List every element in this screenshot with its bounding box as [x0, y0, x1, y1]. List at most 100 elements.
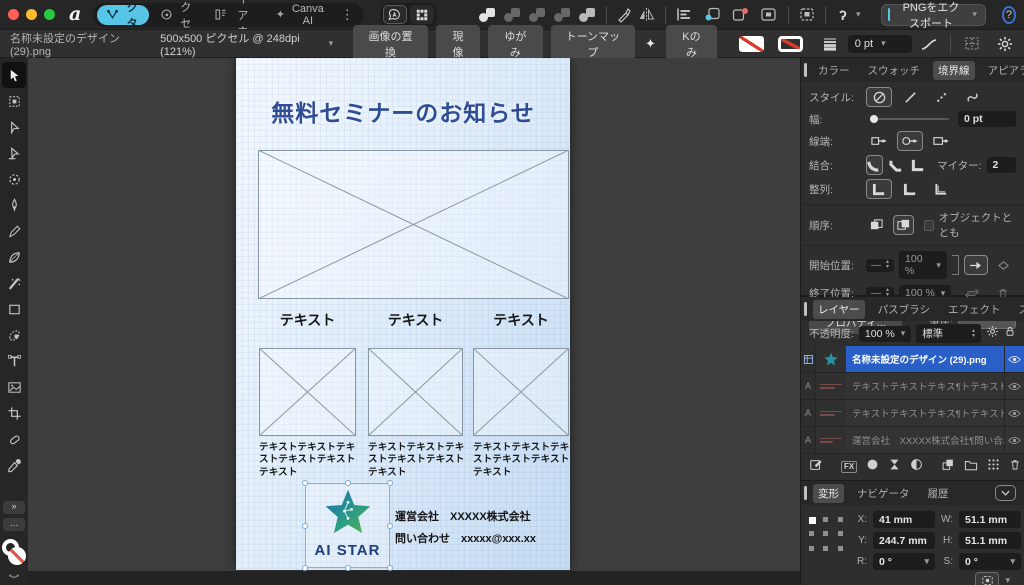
cap-round-button[interactable] — [897, 131, 923, 151]
tab-navigator[interactable]: ナビゲータ — [852, 484, 915, 503]
liquify-button[interactable]: ゆがみ — [488, 25, 542, 63]
shear-field[interactable]: 0 °▾ — [959, 553, 1021, 570]
layer-visibility-toggle[interactable] — [1004, 400, 1024, 426]
y-field[interactable]: 244.7 mm — [873, 532, 935, 549]
layer-row-text-2[interactable]: A テキストテキストテキス¶トテキストテキ… — [801, 400, 1024, 427]
k-only-button[interactable]: Kのみ — [666, 25, 717, 63]
stroke-width-value-field[interactable]: 0 pt — [958, 111, 1016, 127]
lock-layer-icon[interactable] — [1004, 325, 1016, 343]
mask-layer-button[interactable] — [866, 458, 879, 476]
vector-crop-tool[interactable] — [2, 400, 26, 426]
style-paint-tool-icon[interactable] — [616, 5, 632, 25]
replace-image-button[interactable]: 画像の置換 — [353, 25, 428, 63]
selection-handle[interactable] — [387, 480, 393, 486]
anchor-point-selector[interactable] — [809, 517, 847, 555]
auto-enhance-icon[interactable]: ✦ — [645, 36, 656, 52]
alignment-icon[interactable] — [676, 5, 692, 25]
order-front-button[interactable] — [866, 215, 888, 235]
layer-visibility-toggle[interactable] — [1004, 373, 1024, 399]
tone-map-button[interactable]: トーンマップ — [551, 25, 635, 63]
color-picker-tool[interactable] — [2, 452, 26, 478]
stroke-width-field[interactable]: 0 pt ▾ — [848, 35, 912, 53]
fill-color-swatch[interactable] — [739, 36, 764, 52]
stroke-style-none-button[interactable] — [866, 87, 892, 107]
fill-color-well-nofill[interactable] — [8, 547, 26, 565]
with-object-checkbox[interactable] — [924, 220, 933, 231]
pen-tool[interactable] — [2, 192, 26, 218]
company-info-text[interactable]: 運営会社 XXXXX株式会社 問い合わせ xxxxx@xxx.xx — [395, 506, 536, 550]
layer-visibility-toggle[interactable] — [1004, 346, 1024, 372]
stroke-style-brush-button[interactable] — [959, 87, 985, 107]
persona-tab-pixel[interactable]: ピクセル — [151, 5, 203, 25]
pressure-curve-icon[interactable] — [920, 34, 938, 54]
insert-behind-icon[interactable] — [702, 5, 722, 25]
cap-square-button[interactable] — [928, 131, 954, 151]
tab-styles[interactable]: スタイル — [1013, 300, 1024, 319]
opacity-field[interactable]: 100 %▾ — [859, 326, 911, 342]
live-filter-button[interactable] — [910, 458, 923, 476]
new-group-folder-button[interactable] — [964, 458, 978, 476]
order-back-button[interactable] — [893, 215, 915, 235]
tab-color[interactable]: カラー — [813, 61, 855, 80]
export-dropdown-chevron[interactable]: ▾ — [972, 9, 977, 20]
contour-tool[interactable] — [2, 140, 26, 166]
panel-menu-button[interactable] — [995, 485, 1016, 501]
canvas-viewport[interactable]: 無料セミナーのお知らせ テキスト テキスト テキスト テキストテキストテキストテ… — [28, 58, 800, 585]
pencil-tool[interactable] — [2, 218, 26, 244]
select-same-icon[interactable] — [799, 5, 815, 25]
arrowhead-start-button[interactable] — [964, 255, 987, 275]
artistic-text-tool[interactable] — [2, 348, 26, 374]
edit-all-layers-icon[interactable] — [809, 458, 823, 477]
grid-options-button[interactable] — [410, 5, 434, 24]
document-dimensions-dropdown[interactable]: 500x500 ピクセル @ 248dpi (121%) ▾ — [160, 30, 333, 58]
text-placeholder-label[interactable]: テキスト — [368, 310, 463, 330]
text-placeholder-label[interactable]: テキスト — [473, 310, 569, 330]
layer-effects-button[interactable]: FX — [841, 461, 857, 473]
stroke-style-solid-button[interactable] — [897, 87, 923, 107]
stroke-width-slider[interactable] — [870, 118, 949, 120]
persona-overflow-menu-button[interactable]: ⋮ — [335, 7, 360, 23]
stroke-presets-icon[interactable] — [821, 34, 839, 54]
delete-layer-button[interactable] — [1009, 458, 1021, 476]
node-tool[interactable] — [2, 114, 26, 140]
persona-tab-canva-ai[interactable]: ✦ Canva AI — [265, 5, 333, 25]
align-outside-button[interactable] — [928, 179, 954, 199]
text-placeholder-label[interactable]: テキスト — [259, 310, 356, 330]
boolean-add-icon[interactable] — [479, 8, 496, 22]
image-placeholder-small[interactable] — [259, 348, 356, 436]
join-miter-button[interactable] — [910, 155, 927, 175]
adjustment-layer-button[interactable] — [888, 458, 901, 476]
persona-tab-layout[interactable]: レイアウト — [205, 5, 263, 25]
boolean-divide-icon[interactable] — [579, 8, 596, 22]
flood-select-tool[interactable] — [2, 322, 26, 348]
slider-knob[interactable] — [870, 115, 878, 123]
assistant-dropdown-chevron[interactable]: ▾ — [856, 9, 861, 20]
new-image-layer-button[interactable] — [941, 458, 955, 476]
blend-mode-dropdown[interactable]: 標準▴▾ — [916, 324, 981, 343]
w-field[interactable]: 51.1 mm — [959, 511, 1021, 528]
shape-text-recognition-button[interactable] — [383, 5, 407, 24]
zoom-window-button[interactable] — [44, 9, 55, 20]
flip-horizontal-icon[interactable] — [638, 5, 655, 25]
minimize-window-button[interactable] — [26, 9, 37, 20]
persona-tab-vector[interactable]: ベクター — [97, 5, 149, 25]
move-tool[interactable] — [2, 62, 26, 88]
export-png-button[interactable]: PNGをエクスポート ▾ — [881, 4, 986, 26]
tab-appearance[interactable]: アピアランス — [983, 61, 1024, 80]
layer-visibility-toggle[interactable] — [1004, 427, 1024, 453]
x-field[interactable]: 41 mm — [873, 511, 935, 528]
rectangle-tool[interactable] — [2, 296, 26, 322]
paint-brush-tool[interactable] — [2, 270, 26, 296]
help-button[interactable]: ? — [1002, 6, 1016, 24]
develop-button[interactable]: 現像 — [436, 25, 480, 63]
layer-row-design-png[interactable]: 名称未設定のデザイン (29).png — [801, 346, 1024, 373]
tab-layers[interactable]: レイヤー — [813, 300, 865, 319]
image-placeholder-small[interactable] — [368, 348, 463, 436]
settings-gear-icon[interactable] — [996, 34, 1014, 54]
document-page[interactable]: 無料セミナーのお知らせ テキスト テキスト テキスト テキストテキストテキストテ… — [236, 58, 570, 570]
tab-stroke[interactable]: 境界線 — [933, 61, 975, 80]
align-inside-button[interactable] — [897, 179, 923, 199]
stroke-style-dashed-button[interactable] — [928, 87, 954, 107]
selection-handle[interactable] — [302, 523, 308, 529]
start-line-style-stepper[interactable]: —▴▾ — [866, 259, 894, 272]
